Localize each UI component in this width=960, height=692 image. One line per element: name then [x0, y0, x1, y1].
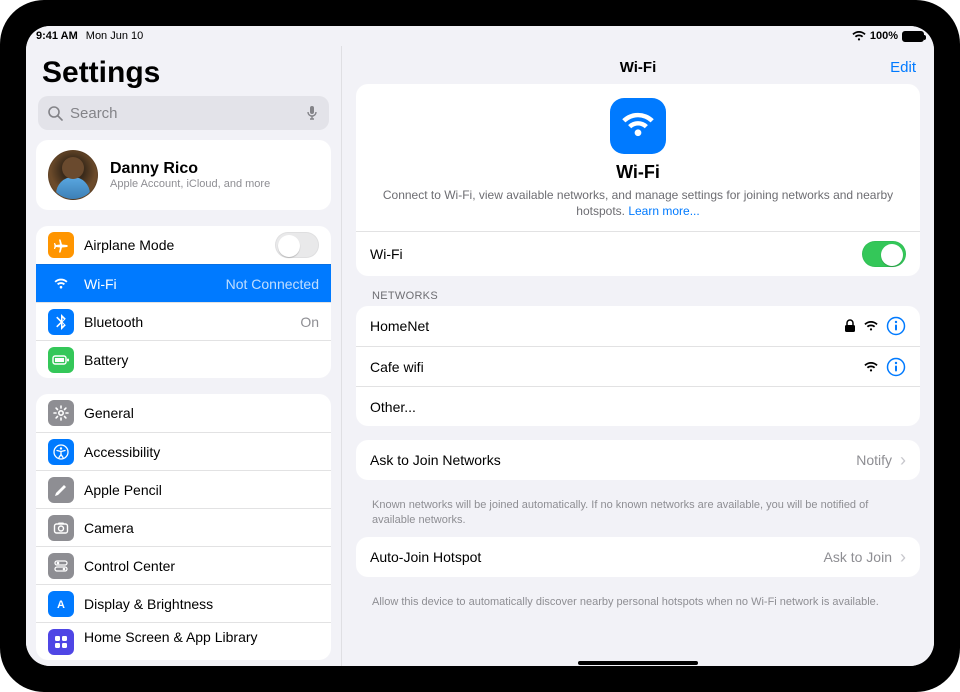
- battery-icon: [902, 31, 924, 42]
- home-screen-label: Home Screen & App Library: [84, 629, 319, 645]
- bluetooth-row[interactable]: Bluetooth On: [36, 302, 331, 340]
- bluetooth-label: Bluetooth: [84, 314, 290, 330]
- camera-row[interactable]: Camera: [36, 508, 331, 546]
- ask-to-join-desc: Known networks will be joined automatica…: [356, 494, 920, 537]
- wifi-signal-icon: [864, 361, 878, 373]
- wifi-hero-body: Connect to Wi-Fi, view available network…: [374, 187, 902, 219]
- general-label: General: [84, 405, 319, 421]
- wifi-detail-panel: Wi-Fi Edit Wi-Fi Connect to Wi-Fi, view …: [342, 46, 934, 666]
- network-other[interactable]: Other...: [356, 386, 920, 426]
- account-row[interactable]: Danny Rico Apple Account, iCloud, and mo…: [36, 140, 331, 210]
- home-indicator: [342, 661, 934, 666]
- battery-pct: 100%: [870, 30, 898, 42]
- status-time: 9:41 AM: [36, 30, 78, 42]
- status-date: Mon Jun 10: [86, 30, 143, 42]
- network-cafe[interactable]: Cafe wifi: [356, 346, 920, 386]
- wifi-status-icon: [852, 30, 866, 42]
- wifi-signal-icon: [864, 320, 878, 332]
- edit-button[interactable]: Edit: [890, 59, 916, 76]
- accessibility-row[interactable]: Accessibility: [36, 432, 331, 470]
- chevron-right-icon: ›: [900, 451, 906, 469]
- search-input[interactable]: Search: [38, 96, 329, 130]
- display-row[interactable]: A Display & Brightness: [36, 584, 331, 622]
- networks-section-label: Networks: [356, 290, 920, 306]
- status-bar: 9:41 AM Mon Jun 10 100%: [26, 26, 934, 46]
- svg-text:A: A: [57, 599, 65, 611]
- auto-join-row[interactable]: Auto-Join Hotspot Ask to Join ›: [356, 537, 920, 577]
- battery-label: Battery: [84, 352, 319, 368]
- battery-icon-sidebar: [48, 347, 74, 373]
- main-header: Wi-Fi Edit: [356, 50, 920, 84]
- general-row[interactable]: General: [36, 394, 331, 432]
- auto-join-value: Ask to Join: [824, 549, 892, 565]
- wifi-label: Wi-Fi: [84, 276, 216, 292]
- wifi-status: Not Connected: [226, 276, 319, 292]
- airplane-label: Airplane Mode: [84, 237, 265, 253]
- gear-icon: [48, 400, 74, 426]
- network-cafe-label: Cafe wifi: [370, 359, 856, 375]
- home-screen-row[interactable]: Home Screen & App Library: [36, 622, 331, 660]
- ask-to-join-label: Ask to Join Networks: [370, 452, 848, 468]
- control-center-label: Control Center: [84, 558, 319, 574]
- airplane-icon: [48, 232, 74, 258]
- wifi-hero-title: Wi-Fi: [374, 162, 902, 183]
- network-home[interactable]: HomeNet: [356, 306, 920, 346]
- network-info-icon[interactable]: [886, 316, 906, 336]
- auto-join-label: Auto-Join Hotspot: [370, 549, 816, 565]
- networks-card: HomeNet Cafe wifi: [356, 306, 920, 426]
- network-info-icon[interactable]: [886, 357, 906, 377]
- settings-title: Settings: [36, 52, 331, 96]
- auto-join-card: Auto-Join Hotspot Ask to Join ›: [356, 537, 920, 577]
- settings-sidebar: Settings Search Danny Rico: [26, 46, 342, 666]
- display-icon: A: [48, 591, 74, 617]
- wifi-toggle-row: Wi-Fi: [356, 231, 920, 276]
- screen: 9:41 AM Mon Jun 10 100% Settings Sear: [26, 26, 934, 666]
- auto-join-desc: Allow this device to automatically disco…: [356, 591, 920, 619]
- camera-icon: [48, 515, 74, 541]
- wifi-toggle-label: Wi-Fi: [370, 246, 854, 262]
- device-frame: 9:41 AM Mon Jun 10 100% Settings Sear: [0, 0, 960, 692]
- airplane-row[interactable]: Airplane Mode: [36, 226, 331, 264]
- main-title: Wi-Fi: [620, 59, 657, 76]
- chevron-right-icon: ›: [900, 548, 906, 566]
- network-home-label: HomeNet: [370, 318, 836, 334]
- wifi-icon: [48, 271, 74, 297]
- learn-more-link[interactable]: Learn more...: [628, 204, 699, 218]
- ask-to-join-row[interactable]: Ask to Join Networks Notify ›: [356, 440, 920, 480]
- battery-row[interactable]: Battery: [36, 340, 331, 378]
- camera-label: Camera: [84, 520, 319, 536]
- ask-to-join-value: Notify: [856, 452, 892, 468]
- airplane-toggle[interactable]: [275, 232, 319, 258]
- wifi-hero-card: Wi-Fi Connect to Wi-Fi, view available n…: [356, 84, 920, 276]
- connectivity-group: Airplane Mode Wi-Fi Not Connected: [36, 226, 331, 378]
- account-group: Danny Rico Apple Account, iCloud, and mo…: [36, 140, 331, 210]
- accessibility-label: Accessibility: [84, 444, 319, 460]
- control-center-icon: [48, 553, 74, 579]
- ask-to-join-card: Ask to Join Networks Notify ›: [356, 440, 920, 480]
- bluetooth-status: On: [300, 314, 319, 330]
- wifi-hero-icon: [610, 98, 666, 154]
- apple-pencil-label: Apple Pencil: [84, 482, 319, 498]
- mic-icon[interactable]: [303, 104, 321, 122]
- search-placeholder: Search: [64, 105, 303, 122]
- bluetooth-icon: [48, 309, 74, 335]
- apple-pencil-row[interactable]: Apple Pencil: [36, 470, 331, 508]
- wifi-row[interactable]: Wi-Fi Not Connected: [36, 264, 331, 302]
- lock-icon: [844, 319, 856, 333]
- account-subtitle: Apple Account, iCloud, and more: [110, 178, 270, 190]
- accessibility-icon: [48, 439, 74, 465]
- network-other-label: Other...: [370, 399, 906, 415]
- search-icon: [46, 104, 64, 122]
- home-grid-icon: [48, 629, 74, 655]
- general-group: General Accessibility Apple Pencil: [36, 394, 331, 660]
- control-center-row[interactable]: Control Center: [36, 546, 331, 584]
- pencil-icon: [48, 477, 74, 503]
- wifi-toggle[interactable]: [862, 241, 906, 267]
- display-label: Display & Brightness: [84, 596, 319, 612]
- avatar: [48, 150, 98, 200]
- account-name: Danny Rico: [110, 160, 270, 178]
